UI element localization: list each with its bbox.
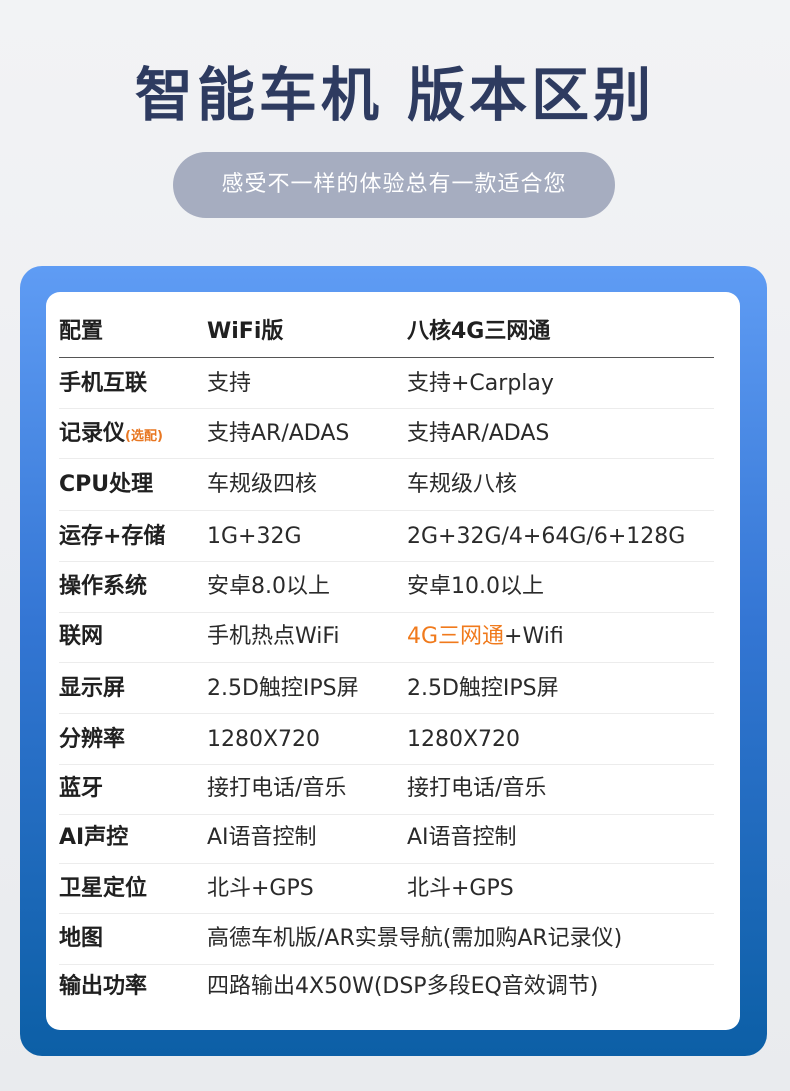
comparison-table: 配置 WiFi版 八核4G三网通 手机互联 支持 支持+Carplay 记录仪(… [46,292,740,1030]
table-row: 联网 手机热点WiFi 4G三网通+Wifi [46,622,740,652]
row-divider [59,814,714,815]
row-label: 输出功率 [59,974,148,999]
wifi-value: 支持AR/ADAS [207,421,350,446]
row-divider [59,913,714,914]
pro-value: 接打电话/音乐 [407,776,547,801]
table-row: 手机互联 支持 支持+Carplay [46,369,740,399]
header-4g-version: 八核4G三网通 [407,319,551,344]
table-row: CPU处理 车规级四核 车规级八核 [46,470,740,500]
row-divider [59,964,714,965]
page-title: 智能车机 版本区别 [134,61,656,129]
wifi-value: AI语音控制 [207,825,317,850]
optional-note: (选配) [125,429,163,444]
table-row: 输出功率 四路输出4X50W(DSP多段EQ音效调节) [46,972,740,1002]
table-row: 分辨率 1280X720 1280X720 [46,725,740,755]
row-label: CPU处理 [59,472,154,497]
row-label: 运存+存储 [59,524,166,549]
row-label: 分辨率 [59,727,126,752]
highlight-4g: 4G三网通 [407,624,505,649]
pro-value: 安卓10.0以上 [407,574,544,599]
row-divider [59,458,714,459]
wifi-value: 2.5D触控IPS屏 [207,676,359,701]
subtitle-pill: 感受不一样的体验总有一款适合您 [173,152,615,218]
table-row: 运存+存储 1G+32G 2G+32G/4+64G/6+128G [46,522,740,552]
header-wifi-version: WiFi版 [207,319,284,344]
pro-value: 2G+32G/4+64G/6+128G [407,524,686,549]
shared-value: 四路输出4X50W(DSP多段EQ音效调节) [207,974,599,999]
row-divider [59,863,714,864]
pro-value: 车规级八核 [407,472,518,497]
wifi-value: 车规级四核 [207,472,318,497]
row-label: 记录仪(选配) [59,419,163,452]
header-config: 配置 [59,319,104,344]
row-divider [59,612,714,613]
table-row: 卫星定位 北斗+GPS 北斗+GPS [46,874,740,904]
header-divider [59,357,714,358]
pro-value: AI语音控制 [407,825,517,850]
pro-value: 4G三网通+Wifi [407,622,564,652]
pro-value: 支持+Carplay [407,371,554,396]
wifi-value: 支持 [207,371,252,396]
row-divider [59,764,714,765]
row-divider [59,662,714,663]
wifi-value: 接打电话/音乐 [207,776,347,801]
wifi-value: 1280X720 [207,727,321,752]
wifi-value: 1G+32G [207,524,302,549]
row-label: 联网 [59,624,104,649]
table-header-row: 配置 WiFi版 八核4G三网通 [46,317,740,347]
row-divider [59,561,714,562]
table-row: 记录仪(选配) 支持AR/ADAS 支持AR/ADAS [46,419,740,449]
row-label: 蓝牙 [59,776,104,801]
wifi-value: 北斗+GPS [207,876,314,901]
shared-value: 高德车机版/AR实景导航(需加购AR记录仪) [207,926,623,951]
wifi-value: 手机热点WiFi [207,624,340,649]
table-row: 地图 高德车机版/AR实景导航(需加购AR记录仪) [46,924,740,954]
table-row: 蓝牙 接打电话/音乐 接打电话/音乐 [46,774,740,804]
row-label-text: 记录仪 [59,421,126,446]
row-label: 操作系统 [59,574,148,599]
row-label: 地图 [59,926,104,951]
row-label: 手机互联 [59,371,148,396]
table-row: AI声控 AI语音控制 AI语音控制 [46,823,740,853]
pro-value: 北斗+GPS [407,876,514,901]
wifi-value: 安卓8.0以上 [207,574,330,599]
row-divider [59,510,714,511]
pro-value: 1280X720 [407,727,521,752]
table-row: 操作系统 安卓8.0以上 安卓10.0以上 [46,572,740,602]
row-label: 卫星定位 [59,876,148,901]
pro-value: 2.5D触控IPS屏 [407,676,559,701]
row-divider [59,713,714,714]
row-label: AI声控 [59,825,129,850]
pro-value: 支持AR/ADAS [407,421,550,446]
row-label: 显示屏 [59,676,126,701]
table-row: 显示屏 2.5D触控IPS屏 2.5D触控IPS屏 [46,674,740,704]
row-divider [59,408,714,409]
pro-value-rest: +Wifi [504,624,564,649]
